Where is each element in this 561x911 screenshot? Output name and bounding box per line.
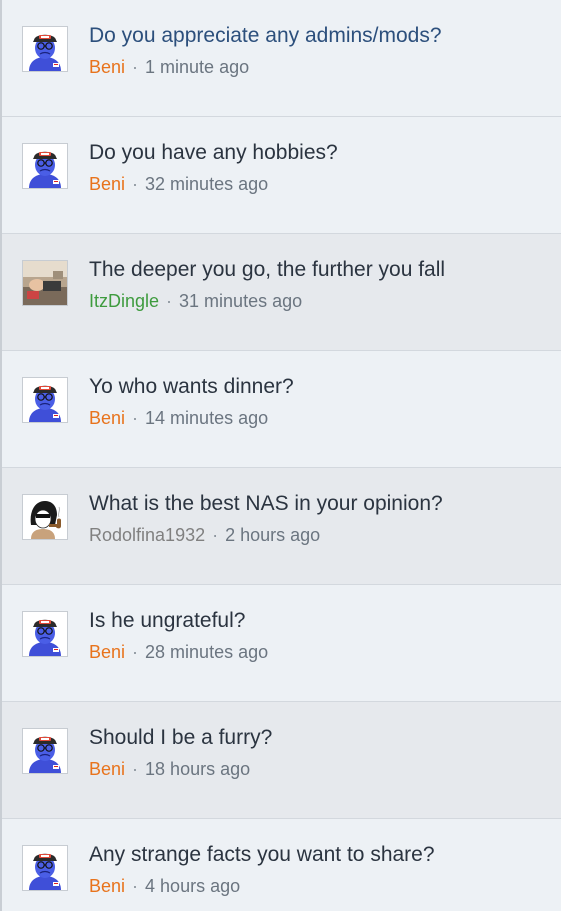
post-time: 28 minutes ago [145, 642, 269, 662]
thread-meta: Rodolfina1932 · 2 hours ago [89, 523, 320, 547]
thread-title[interactable]: Is he ungrateful? [89, 606, 553, 636]
thread-row[interactable]: Do you have any hobbies? Beni · 32 minutes… [2, 117, 561, 234]
thread-meta: Beni · 18 hours ago [89, 757, 250, 781]
author-link[interactable]: Beni [89, 408, 125, 428]
pipe-avatar[interactable] [22, 494, 68, 540]
thread-title[interactable]: Do you appreciate any admins/mods? [89, 21, 553, 51]
author-link[interactable]: Rodolfina1932 [89, 525, 205, 545]
thread-meta: Beni · 32 minutes ago [89, 172, 268, 196]
author-link[interactable]: Beni [89, 759, 125, 779]
post-time: 1 minute ago [145, 57, 250, 77]
thread-row[interactable]: Do you appreciate any admins/mods? Beni ·… [2, 0, 561, 117]
author-link[interactable]: Beni [89, 57, 125, 77]
thread-title[interactable]: Yo who wants dinner? [89, 372, 553, 402]
post-time: 18 hours ago [145, 759, 251, 779]
post-time: 31 minutes ago [179, 291, 303, 311]
post-time: 32 minutes ago [145, 174, 269, 194]
post-time: 2 hours ago [225, 525, 321, 545]
meta-separator: · [132, 57, 139, 77]
author-link[interactable]: Beni [89, 174, 125, 194]
beni-avatar[interactable] [22, 845, 68, 891]
thread-row[interactable]: What is the best NAS in your opinion? Ro… [2, 468, 561, 585]
thread-row[interactable]: Yo who wants dinner? Beni · 14 minutes ago [2, 351, 561, 468]
post-time: 14 minutes ago [145, 408, 269, 428]
thread-row[interactable]: Should I be a furry? Beni · 18 hours ago [2, 702, 561, 819]
thread-title[interactable]: Any strange facts you want to share? [89, 840, 553, 870]
author-link[interactable]: Beni [89, 876, 125, 896]
beni-avatar[interactable] [22, 377, 68, 423]
thread-meta: Beni · 4 hours ago [89, 874, 240, 898]
meta-separator: · [132, 876, 139, 896]
thread-row[interactable]: Any strange facts you want to share? Ben… [2, 819, 561, 911]
thread-meta: ItzDingle · 31 minutes ago [89, 289, 302, 313]
meta-separator: · [166, 291, 173, 311]
thread-list: Do you appreciate any admins/mods? Beni ·… [0, 0, 561, 911]
beni-avatar[interactable] [22, 143, 68, 189]
author-link[interactable]: Beni [89, 642, 125, 662]
meta-separator: · [132, 642, 139, 662]
meta-separator: · [212, 525, 219, 545]
meta-separator: · [132, 408, 139, 428]
meta-separator: · [132, 174, 139, 194]
thread-title[interactable]: Do you have any hobbies? [89, 138, 553, 168]
thread-title[interactable]: What is the best NAS in your opinion? [89, 489, 553, 519]
photo-avatar[interactable] [22, 260, 68, 306]
beni-avatar[interactable] [22, 728, 68, 774]
author-link[interactable]: ItzDingle [89, 291, 159, 311]
beni-avatar[interactable] [22, 611, 68, 657]
post-time: 4 hours ago [145, 876, 241, 896]
beni-avatar[interactable] [22, 26, 68, 72]
thread-meta: Beni · 28 minutes ago [89, 640, 268, 664]
thread-title[interactable]: Should I be a furry? [89, 723, 553, 753]
thread-row[interactable]: Is he ungrateful? Beni · 28 minutes ago [2, 585, 561, 702]
thread-meta: Beni · 14 minutes ago [89, 406, 268, 430]
thread-meta: Beni · 1 minute ago [89, 55, 249, 79]
thread-title[interactable]: The deeper you go, the further you fall [89, 255, 553, 285]
thread-row[interactable]: The deeper you go, the further you fall … [2, 234, 561, 351]
meta-separator: · [132, 759, 139, 779]
